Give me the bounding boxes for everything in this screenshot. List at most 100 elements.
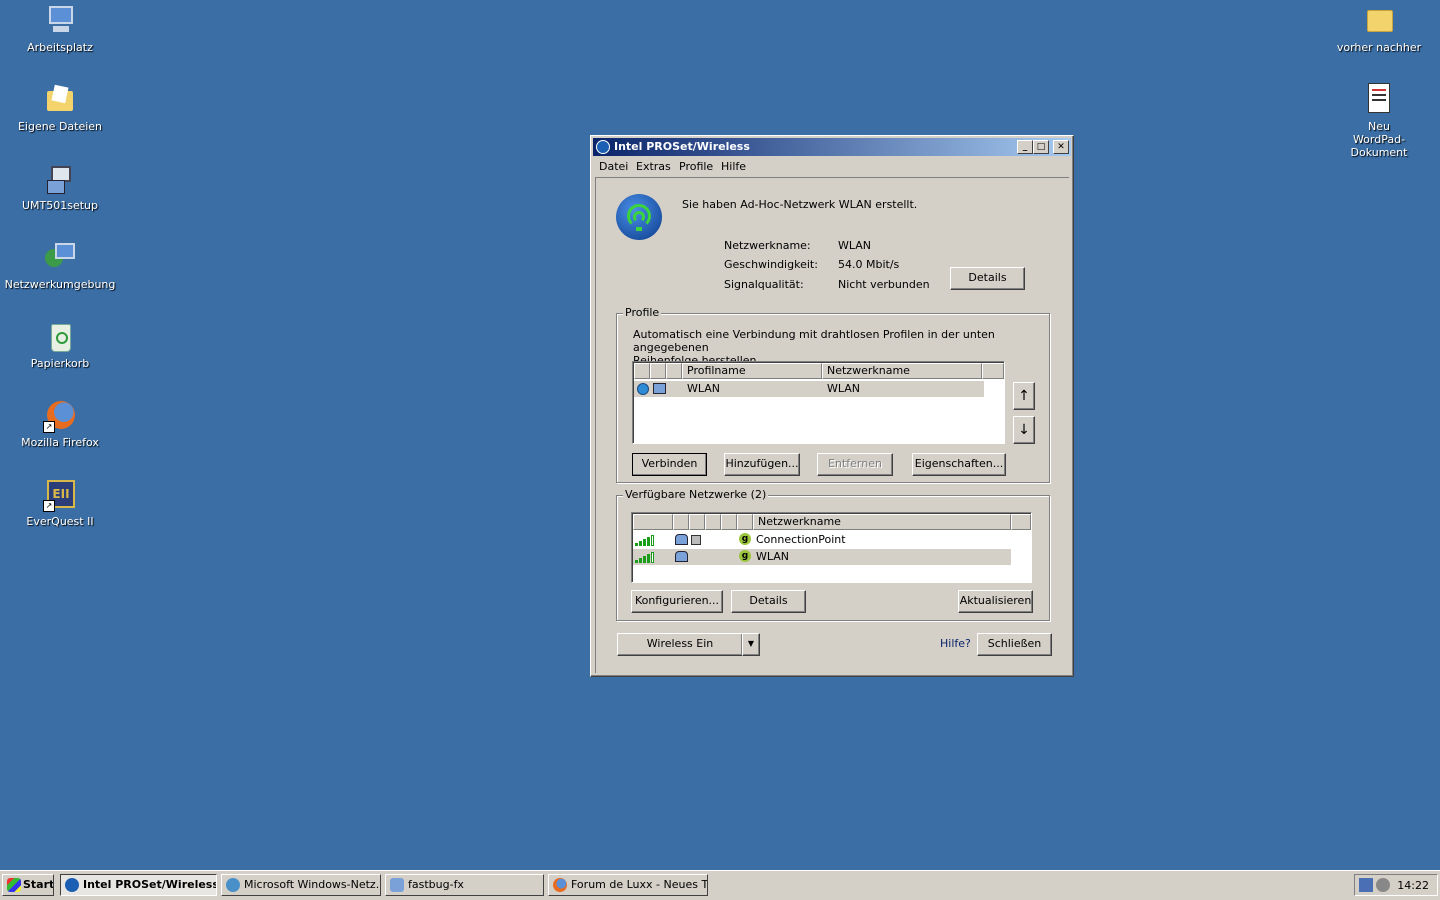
header-cell-icon2 <box>650 363 666 379</box>
wireless-status-icon <box>616 194 662 240</box>
available-networks-group: Verfügbare Netzwerke (2) Netzwerkname g <box>616 488 1050 621</box>
header-cell-icon1 <box>634 363 650 379</box>
adhoc-icon <box>675 551 688 562</box>
menu-datei[interactable]: Datei <box>599 160 628 173</box>
profiles-description-line1: Automatisch eine Verbindung mit drahtlos… <box>633 328 995 354</box>
firefox-icon <box>553 878 567 892</box>
desktop-icon-umt501setup[interactable]: UMT501setup <box>0 162 120 212</box>
table-row[interactable]: WLAN WLAN <box>634 381 984 397</box>
signal-strength-icon <box>635 551 654 563</box>
shortcut-arrow-icon: ↗ <box>43 421 55 433</box>
desktop-icon-netzwerkumgebung[interactable]: Netzwerkumgebung <box>0 241 120 291</box>
details-button[interactable]: Details <box>950 267 1025 290</box>
setup-icon <box>43 162 77 196</box>
wireless-on-button[interactable]: Wireless Ein <box>617 633 743 656</box>
network-icon <box>43 241 77 275</box>
main-panel: Sie haben Ad-Hoc-Netzwerk WLAN erstellt.… <box>595 177 1069 673</box>
info-value-speed: 54.0 Mbit/s <box>838 258 900 271</box>
desktop-icon-everquest[interactable]: EII ↗ EverQuest II <box>0 478 120 528</box>
add-button[interactable]: Hinzufügen... <box>724 453 800 476</box>
volume-icon[interactable] <box>1376 878 1390 892</box>
info-value-signal: Nicht verbunden <box>838 278 930 291</box>
wireless-app-icon <box>65 878 79 892</box>
windows-logo-icon <box>7 878 21 892</box>
menu-bar: Datei Extras Profile Hilfe <box>593 157 1071 176</box>
network-disconnected-icon[interactable] <box>1359 878 1373 892</box>
column-header-netzwerkname[interactable]: Netzwerkname <box>822 363 982 379</box>
move-down-button[interactable]: ↓ <box>1013 416 1035 444</box>
minimize-button[interactable]: _ <box>1017 140 1033 154</box>
network-details-button[interactable]: Details <box>731 590 806 613</box>
document-icon <box>390 878 404 892</box>
taskbar-item-fastbug[interactable]: fastbug-fx <box>385 874 544 896</box>
desktop-icon-wordpad-doc[interactable]: Neu WordPad-Dokument <box>1319 83 1439 159</box>
network-row[interactable]: g WLAN <box>633 549 1011 565</box>
profile-name-cell: WLAN <box>687 382 721 395</box>
header-cell-end <box>982 363 1004 379</box>
start-label: Start <box>23 878 54 891</box>
taskbar: Start Intel PROSet/Wireless Microsoft Wi… <box>0 870 1440 900</box>
taskbar-item-firefox[interactable]: Forum de Luxx - Neues T... <box>548 874 708 896</box>
column-header-netzwerkname[interactable]: Netzwerkname <box>753 514 1011 530</box>
start-button[interactable]: Start <box>2 874 54 896</box>
taskbar-item-windows-network[interactable]: Microsoft Windows-Netz... <box>221 874 381 896</box>
header-cell-a <box>705 514 721 530</box>
profiles-list[interactable]: Profilname Netzwerkname WLAN WLAN <box>632 361 1005 444</box>
refresh-button[interactable]: Aktualisieren <box>958 590 1033 613</box>
header-cell-mode <box>673 514 689 530</box>
adhoc-icon <box>675 534 688 545</box>
band-g-icon: g <box>739 550 751 562</box>
network-name-cell: WLAN <box>827 382 861 395</box>
remove-button[interactable]: Entfernen <box>817 453 893 476</box>
taskbar-item-proset[interactable]: Intel PROSet/Wireless <box>60 874 217 896</box>
recycle-bin-icon <box>43 320 77 354</box>
connect-button[interactable]: Verbinden <box>632 453 707 476</box>
header-cell-end <box>1011 514 1031 530</box>
taskbar-item-label: Intel PROSet/Wireless <box>83 878 217 891</box>
firefox-icon: ↗ <box>43 399 77 433</box>
available-networks-list[interactable]: Netzwerkname g ConnectionPoint g WLAN <box>631 512 1032 583</box>
move-up-button[interactable]: ↑ <box>1013 382 1035 410</box>
status-message: Sie haben Ad-Hoc-Netzwerk WLAN erstellt. <box>682 198 918 211</box>
network-row[interactable]: g ConnectionPoint <box>633 532 1011 548</box>
desktop-icon-label: Papierkorb <box>30 357 90 370</box>
title-bar[interactable]: Intel PROSet/Wireless _ □ ✕ <box>593 138 1071 156</box>
adhoc-computer-icon <box>653 383 666 394</box>
desktop-icon-label: Neu WordPad-Dokument <box>1350 120 1408 159</box>
info-label-speed: Geschwindigkeit: <box>724 258 818 271</box>
clock[interactable]: 14:22 <box>1397 879 1429 892</box>
folder-icon <box>1362 4 1396 38</box>
help-link[interactable]: Hilfe? <box>940 637 971 650</box>
desktop-icon-arbeitsplatz[interactable]: Arbeitsplatz <box>0 4 120 54</box>
desktop-icon-firefox[interactable]: ↗ Mozilla Firefox <box>0 399 120 449</box>
profiles-legend: Profile <box>623 306 662 319</box>
column-header-profilname[interactable]: Profilname <box>682 363 822 379</box>
maximize-button[interactable]: □ <box>1033 140 1049 154</box>
desktop-icon-label: Mozilla Firefox <box>21 436 99 449</box>
desktop-icon-label: Eigene Dateien <box>17 120 103 133</box>
desktop-icon-papierkorb[interactable]: Papierkorb <box>0 320 120 370</box>
menu-hilfe[interactable]: Hilfe <box>721 160 746 173</box>
close-button[interactable]: ✕ <box>1053 140 1069 154</box>
menu-profile[interactable]: Profile <box>679 160 713 173</box>
wordpad-doc-icon <box>1362 83 1396 117</box>
configure-button[interactable]: Konfigurieren... <box>631 590 723 613</box>
system-tray: 14:22 <box>1354 874 1438 896</box>
network-name-cell: WLAN <box>756 550 790 563</box>
network-globe-icon <box>226 878 240 892</box>
header-cell-lock <box>689 514 705 530</box>
wireless-dropdown-button[interactable]: ▼ <box>742 633 760 656</box>
desktop-icon-label: UMT501setup <box>21 199 99 212</box>
taskbar-item-label: fastbug-fx <box>408 878 464 891</box>
desktop-icon-label: EverQuest II <box>26 515 94 528</box>
globe-icon <box>637 383 649 395</box>
desktop-icon-eigene-dateien[interactable]: Eigene Dateien <box>0 83 120 133</box>
close-dialog-button[interactable]: Schließen <box>977 633 1052 656</box>
properties-button[interactable]: Eigenschaften... <box>912 453 1006 476</box>
wireless-app-icon <box>596 140 610 154</box>
menu-extras[interactable]: Extras <box>636 160 671 173</box>
lock-icon <box>691 535 701 545</box>
info-value-network: WLAN <box>838 239 872 252</box>
desktop-icon-vorher-nachher[interactable]: vorher nachher <box>1319 4 1439 54</box>
shortcut-arrow-icon: ↗ <box>43 500 55 512</box>
